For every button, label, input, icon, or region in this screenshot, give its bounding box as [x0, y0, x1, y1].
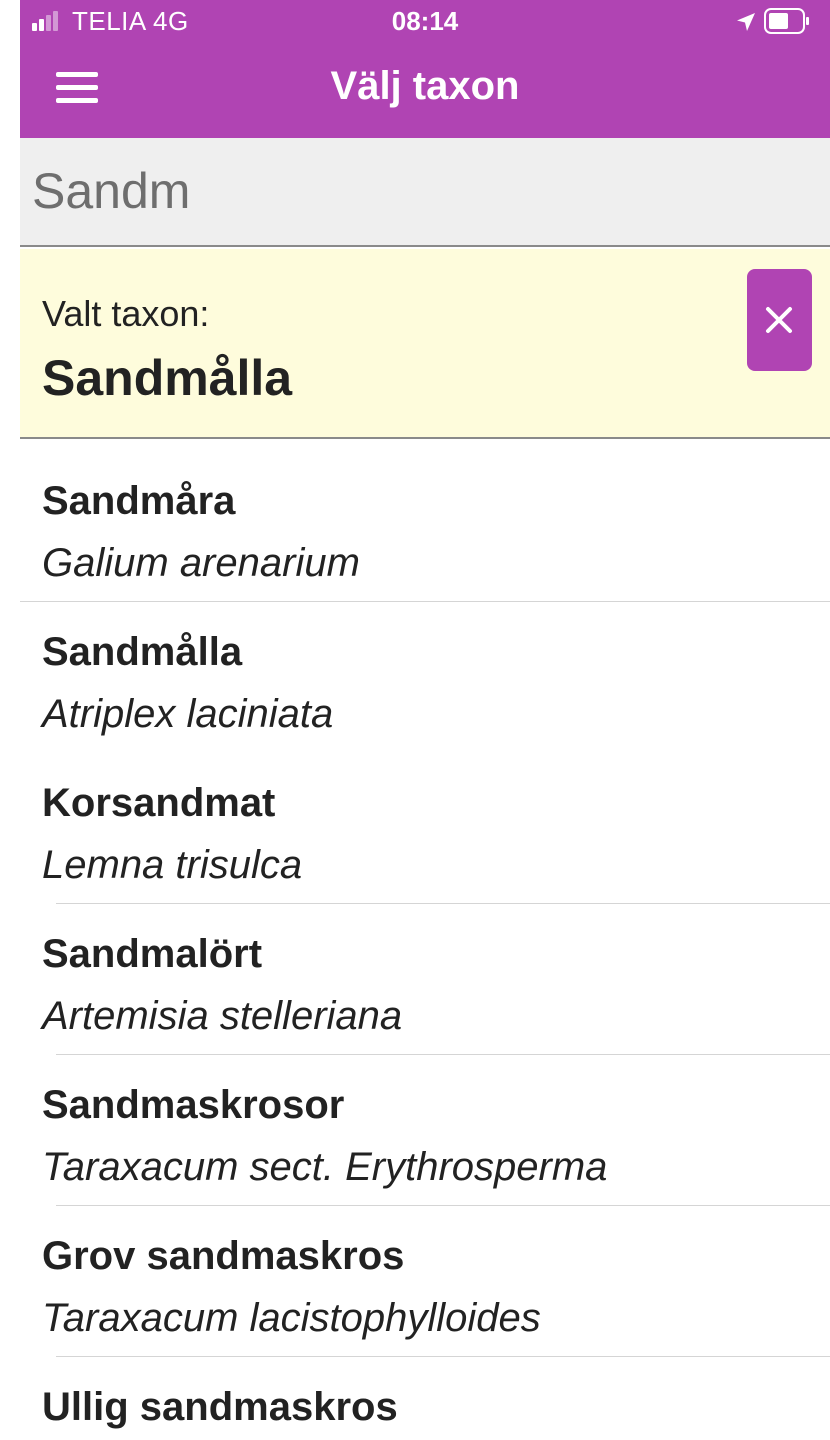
selected-taxon-label: Valt taxon:: [42, 293, 210, 334]
clear-selection-button[interactable]: [747, 269, 812, 371]
list-item[interactable]: Korsandmat Lemna trisulca: [20, 753, 830, 904]
taxon-scientific-name: Atriplex laciniata: [42, 692, 334, 736]
taxon-common-name: Sandmalört: [42, 932, 263, 976]
taxon-result-list: Sandmåra Galium arenarium Sandmålla Atri…: [20, 451, 830, 1440]
app-screen: TELIA 4G 08:14 Välj taxon Valt taxon: S: [20, 0, 830, 1440]
battery-icon: [764, 8, 809, 34]
list-item[interactable]: Ullig sandmaskros: [20, 1357, 830, 1440]
search-bar: [20, 138, 830, 247]
page-title: Välj taxon: [330, 64, 520, 108]
taxon-scientific-name: Taraxacum lacistophylloides: [42, 1296, 541, 1340]
list-item[interactable]: Sandmaskrosor Taraxacum sect. Erythrospe…: [20, 1055, 830, 1206]
taxon-scientific-name: Galium arenarium: [42, 541, 360, 585]
list-item[interactable]: Sandmåra Galium arenarium: [20, 451, 830, 602]
taxon-scientific-name: Artemisia stelleriana: [42, 994, 403, 1038]
taxon-common-name: Sandmålla: [42, 630, 243, 674]
taxon-common-name: Grov sandmaskros: [42, 1234, 405, 1278]
app-header: TELIA 4G 08:14 Välj taxon: [20, 0, 830, 138]
taxon-common-name: Sandmåra: [42, 479, 236, 523]
list-item[interactable]: Grov sandmaskros Taraxacum lacistophyllo…: [20, 1206, 830, 1357]
list-item[interactable]: Sandmålla Atriplex laciniata: [20, 602, 830, 753]
taxon-scientific-name: Taraxacum sect. Erythrosperma: [42, 1145, 608, 1189]
search-input[interactable]: [32, 156, 812, 226]
navigation-bar: Välj taxon: [20, 44, 830, 138]
taxon-common-name: Ullig sandmaskros: [42, 1385, 398, 1429]
selected-taxon-name: Sandmålla: [42, 350, 293, 406]
status-bar: TELIA 4G 08:14: [20, 0, 830, 44]
status-time: 08:14: [391, 6, 459, 36]
taxon-scientific-name: Lemna trisulca: [42, 843, 303, 887]
taxon-common-name: Sandmaskrosor: [42, 1083, 345, 1127]
location-arrow-icon: [737, 13, 755, 31]
taxon-common-name: Korsandmat: [42, 781, 276, 825]
close-icon: [766, 307, 792, 333]
selected-taxon-panel: Valt taxon: Sandmålla: [20, 249, 830, 439]
list-item[interactable]: Sandmalört Artemisia stelleriana: [20, 904, 830, 1055]
